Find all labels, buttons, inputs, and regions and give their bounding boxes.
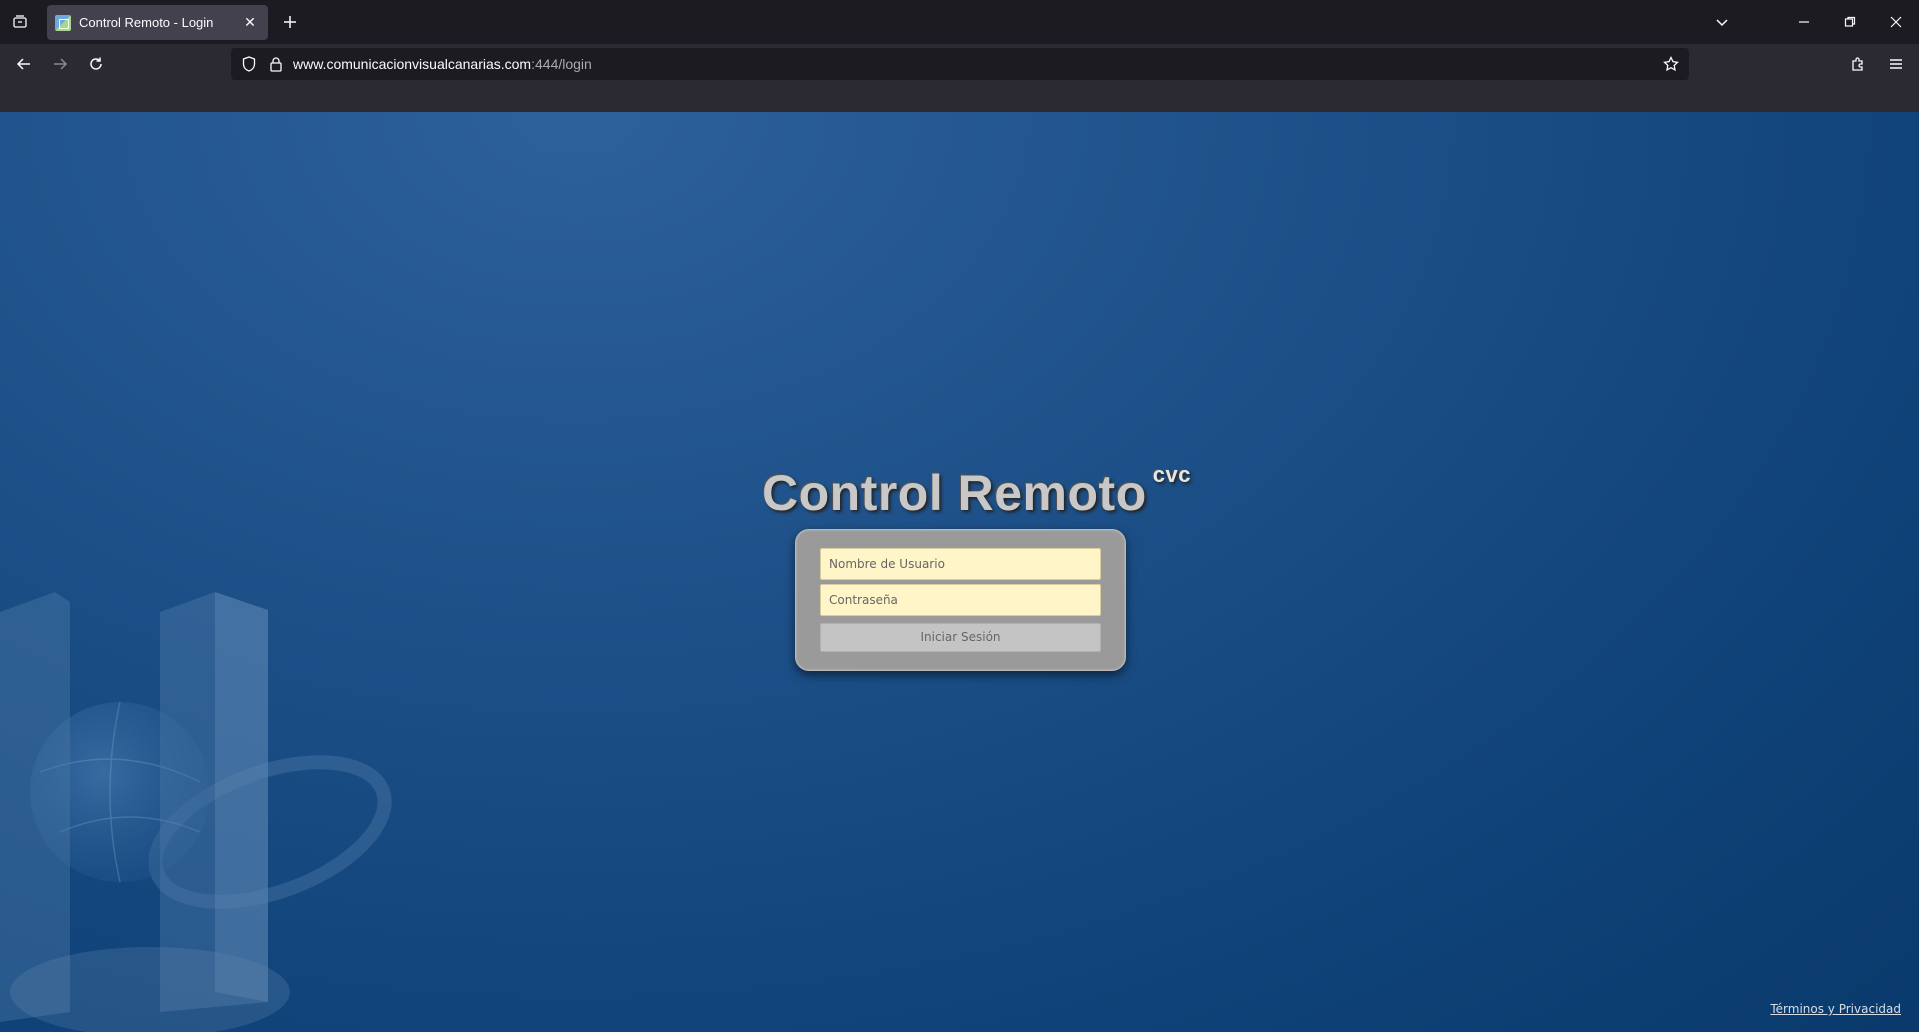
minimize-icon[interactable] — [1790, 8, 1818, 36]
tab-bar: Control Remoto - Login ✕ — [0, 0, 1919, 44]
address-bar[interactable]: www.comunicacionvisualcanarias.com:444/l… — [231, 48, 1689, 80]
star-icon[interactable] — [1661, 54, 1681, 74]
tab-title: Control Remoto - Login — [79, 15, 214, 30]
username-input[interactable] — [820, 548, 1101, 580]
login-form: Iniciar Sesión — [795, 529, 1126, 671]
url-host: www.comunicacionvisualcanarias.com — [293, 56, 532, 72]
url-path: :444/login — [531, 56, 592, 72]
login-button[interactable]: Iniciar Sesión — [820, 623, 1101, 652]
terms-privacy-link[interactable]: Términos y Privacidad — [1770, 1002, 1901, 1016]
tab-list-icon[interactable] — [6, 8, 34, 36]
favicon-icon — [55, 14, 71, 31]
app-title-superscript: cvc — [1152, 462, 1191, 487]
restore-icon[interactable] — [1836, 8, 1864, 36]
lock-icon[interactable] — [266, 54, 286, 74]
navigation-toolbar: www.comunicacionvisualcanarias.com:444/l… — [0, 44, 1919, 112]
forward-arrow-icon[interactable] — [46, 50, 74, 78]
password-input[interactable] — [820, 584, 1101, 616]
back-arrow-icon[interactable] — [10, 50, 38, 78]
chevron-down-icon[interactable] — [1708, 8, 1736, 36]
puzzle-icon[interactable] — [1844, 50, 1872, 78]
login-page: Control Remotocvc Iniciar Sesión Término… — [0, 112, 1919, 1032]
hamburger-menu-icon[interactable] — [1882, 50, 1910, 78]
app-title-text: Control Remoto — [762, 465, 1147, 521]
new-tab-button[interactable] — [276, 8, 304, 36]
close-window-icon[interactable] — [1882, 8, 1910, 36]
background-logo — [0, 592, 392, 1032]
reload-icon[interactable] — [82, 50, 110, 78]
shield-icon[interactable] — [239, 54, 259, 74]
url-text[interactable]: www.comunicacionvisualcanarias.com:444/l… — [293, 56, 592, 72]
close-tab-icon[interactable]: ✕ — [240, 13, 260, 33]
browser-tab[interactable]: Control Remoto - Login ✕ — [47, 5, 268, 40]
app-title: Control Remoto cvc — [762, 462, 1191, 524]
